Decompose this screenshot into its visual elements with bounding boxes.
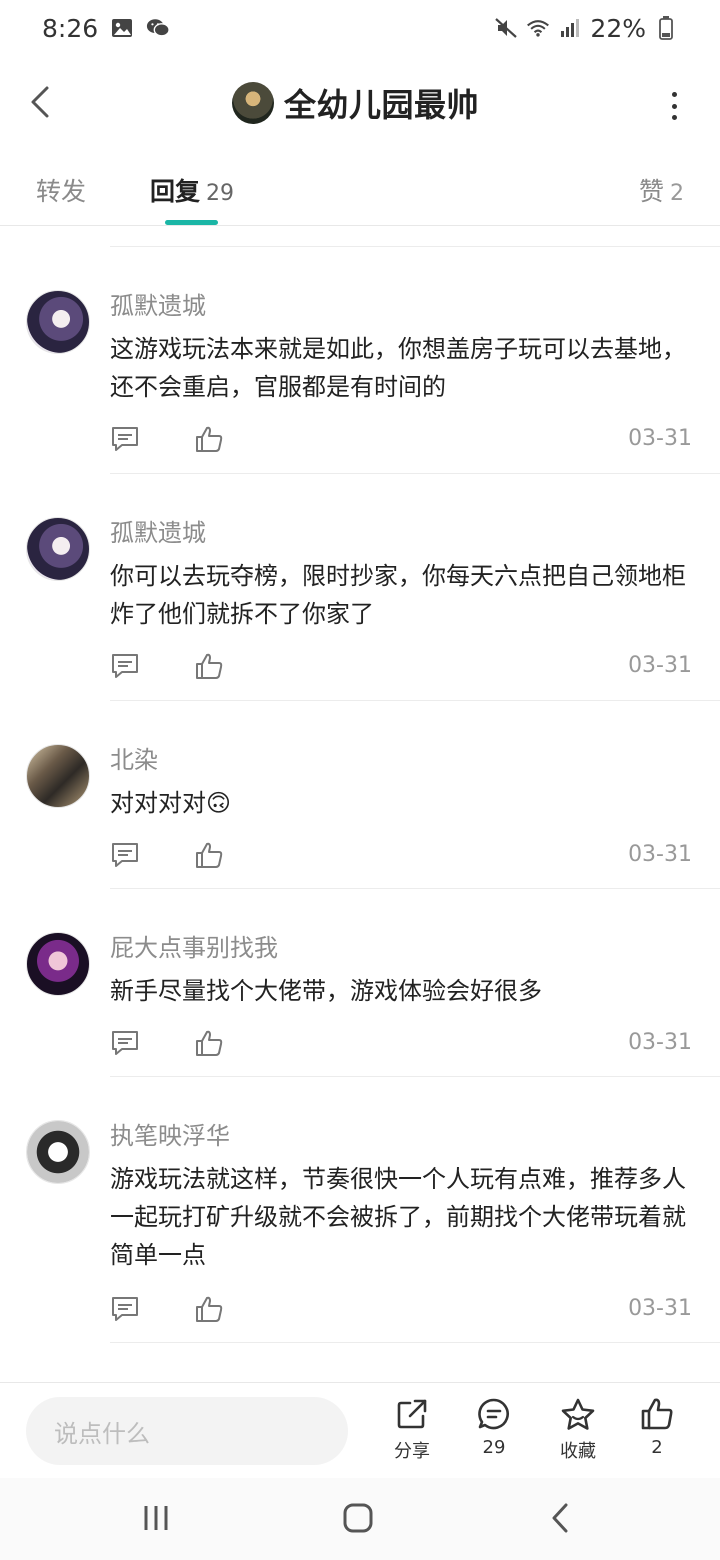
more-options-button[interactable]	[664, 86, 684, 126]
share-label: 分享	[394, 1441, 430, 1462]
back-button[interactable]	[24, 82, 56, 122]
gallery-icon	[110, 17, 134, 39]
tab-active-indicator	[165, 220, 218, 225]
tab-reply-count: 29	[206, 181, 235, 206]
tab-like[interactable]: 赞 2	[639, 172, 684, 208]
divider	[110, 888, 720, 889]
header: 全幼儿园最帅	[0, 56, 720, 148]
divider	[110, 473, 720, 474]
avatar[interactable]	[26, 1120, 90, 1184]
status-time: 8:26	[42, 13, 99, 43]
home-button[interactable]	[338, 1498, 378, 1538]
page-title: 全幼儿园最帅	[284, 86, 480, 124]
comment-text[interactable]: 游戏玩法就这样，节奏很快一个人玩有点难，推荐多人一起玩打矿升级就不会被拆了，前期…	[110, 1160, 700, 1274]
reply-icon[interactable]	[110, 651, 140, 681]
avatar[interactable]	[26, 290, 90, 354]
system-back-button[interactable]	[540, 1498, 580, 1538]
reply-icon[interactable]	[110, 1294, 140, 1324]
tab-forward-label: 转发	[36, 177, 87, 206]
tab-like-count: 2	[670, 181, 684, 206]
tab-reply-label: 回复	[150, 177, 201, 206]
comment-date: 03-31	[628, 842, 692, 867]
wifi-icon	[526, 17, 550, 39]
comment-actions: 03-31	[110, 651, 694, 685]
comment-date: 03-31	[628, 653, 692, 678]
share-icon	[397, 1399, 427, 1429]
divider	[110, 246, 720, 247]
back-icon	[552, 1503, 568, 1533]
recents-button[interactable]	[136, 1498, 176, 1538]
comment-date: 03-31	[628, 426, 692, 451]
home-icon	[343, 1503, 373, 1533]
comment-count: 29	[482, 1437, 506, 1458]
comment-username[interactable]: 屁大点事别找我	[110, 928, 278, 963]
comment-button[interactable]: 29	[459, 1397, 529, 1458]
reply-icon[interactable]	[110, 1028, 140, 1058]
chevron-left-icon	[31, 86, 49, 118]
battery-icon	[654, 16, 678, 40]
system-nav-bar	[0, 1478, 720, 1560]
divider	[110, 1076, 720, 1077]
tab-bar: 转发 回复 29 赞 2	[0, 148, 720, 226]
share-button[interactable]: 分享	[377, 1397, 447, 1463]
thumbs-up-icon[interactable]	[194, 424, 224, 454]
thumbs-up-icon[interactable]	[194, 840, 224, 870]
comment-icon	[478, 1398, 509, 1430]
comment-username[interactable]: 执笔映浮华	[110, 1116, 230, 1151]
comment-actions: 03-31	[110, 1028, 694, 1062]
reply-icon[interactable]	[110, 840, 140, 870]
comment-actions: 03-31	[110, 840, 694, 874]
avatar[interactable]	[232, 82, 274, 124]
status-right: 22%	[494, 14, 678, 43]
comment-text[interactable]: 对对对对🙃	[110, 784, 700, 822]
divider	[110, 700, 720, 701]
favorite-label: 收藏	[560, 1441, 596, 1462]
like-count: 2	[651, 1437, 663, 1458]
header-user[interactable]: 全幼儿园最帅	[232, 80, 479, 126]
thumbs-up-icon[interactable]	[194, 651, 224, 681]
favorite-button[interactable]: 收藏	[543, 1397, 613, 1463]
tab-like-label: 赞	[638, 177, 664, 206]
like-button[interactable]: 2	[622, 1397, 692, 1458]
more-dot	[671, 92, 677, 97]
more-dot	[671, 115, 677, 120]
divider	[110, 1342, 720, 1343]
avatar[interactable]	[26, 744, 90, 808]
comment-actions: 03-31	[110, 424, 694, 458]
comment-actions: 03-31	[110, 1294, 694, 1328]
comment-date: 03-31	[628, 1030, 692, 1055]
star-icon	[561, 1398, 595, 1430]
comment-text[interactable]: 这游戏玩法本来就是如此，你想盖房子玩可以去基地，还不会重启，官服都是有时间的	[110, 330, 700, 406]
comment-input[interactable]: 说点什么	[26, 1397, 348, 1465]
tab-forward[interactable]: 转发	[36, 172, 86, 208]
comment-username[interactable]: 孤默遗城	[110, 513, 206, 548]
mute-icon	[494, 17, 518, 39]
comment-input-placeholder: 说点什么	[54, 1419, 150, 1448]
comment-username[interactable]: 孤默遗城	[110, 286, 206, 321]
signal-icon	[558, 17, 582, 39]
thumbs-up-icon[interactable]	[194, 1294, 224, 1324]
thumbs-up-icon[interactable]	[194, 1028, 224, 1058]
avatar[interactable]	[26, 517, 90, 581]
wechat-icon	[146, 17, 170, 39]
tab-reply[interactable]: 回复 29	[150, 172, 234, 208]
more-dot	[671, 103, 677, 109]
battery-percent: 22%	[590, 13, 646, 43]
bottom-action-bar: 说点什么 分享 29 收藏 2	[0, 1382, 720, 1478]
status-bar: 8:26 22%	[0, 0, 720, 56]
comment-text[interactable]: 新手尽量找个大佬带，游戏体验会好很多	[110, 972, 700, 1010]
avatar[interactable]	[26, 932, 90, 996]
recents-icon	[144, 1506, 168, 1530]
comment-username[interactable]: 北染	[110, 740, 158, 775]
comment-date: 03-31	[628, 1296, 692, 1321]
reply-icon[interactable]	[110, 424, 140, 454]
status-left: 8:26	[42, 14, 170, 43]
comment-text[interactable]: 你可以去玩夺榜，限时抄家，你每天六点把自己领地柜炸了他们就拆不了你家了	[110, 557, 700, 633]
thumbs-up-icon	[641, 1398, 673, 1430]
